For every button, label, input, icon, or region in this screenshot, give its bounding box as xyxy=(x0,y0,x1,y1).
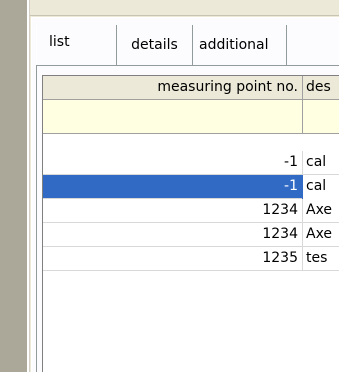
cell-description[interactable]: Axe xyxy=(303,199,339,223)
cell-measuring-point-no[interactable]: 1234 xyxy=(43,199,303,223)
tab-details[interactable]: details xyxy=(117,25,193,65)
cell-measuring-point-no[interactable]: 1235 xyxy=(43,247,303,271)
tab-list-label: list xyxy=(49,34,70,50)
data-grid: measuring point no. des -1 cal -1 cal 12… xyxy=(42,75,339,372)
table-row[interactable]: 1235 tes xyxy=(43,247,339,271)
table-row[interactable]: 1234 Axe xyxy=(43,223,339,247)
filter-row xyxy=(43,100,339,134)
column-header-measuring-point-no[interactable]: measuring point no. xyxy=(43,76,303,100)
cell-description[interactable]: Axe xyxy=(303,223,339,247)
left-splitter-bar[interactable] xyxy=(0,0,27,372)
splitter-edge xyxy=(27,0,30,372)
tab-additional-label: additional xyxy=(199,37,269,53)
tab-strip: list details additional xyxy=(36,25,287,65)
column-header-description[interactable]: des xyxy=(303,76,339,100)
filter-cell-description[interactable] xyxy=(303,100,339,134)
grid-header-row: measuring point no. des xyxy=(43,76,339,100)
cell-description[interactable]: tes xyxy=(303,247,339,271)
table-row[interactable]: -1 cal xyxy=(43,151,339,175)
cell-measuring-point-no[interactable]: -1 xyxy=(43,175,303,199)
cell-description[interactable]: cal xyxy=(303,175,339,199)
table-row[interactable]: 1234 Axe xyxy=(43,199,339,223)
tab-list[interactable]: list xyxy=(36,25,117,65)
top-toolbar-strip xyxy=(30,0,339,16)
cell-measuring-point-no[interactable]: -1 xyxy=(43,151,303,175)
table-row-selected[interactable]: -1 cal xyxy=(43,175,339,199)
cell-measuring-point-no[interactable]: 1234 xyxy=(43,223,303,247)
grid-rows: -1 cal -1 cal 1234 Axe 1234 Axe 1235 tes xyxy=(43,151,339,271)
filter-cell-measuring-point-no[interactable] xyxy=(43,100,303,134)
tab-additional[interactable]: additional xyxy=(193,25,287,65)
cell-description[interactable]: cal xyxy=(303,151,339,175)
tab-details-label: details xyxy=(131,37,178,53)
